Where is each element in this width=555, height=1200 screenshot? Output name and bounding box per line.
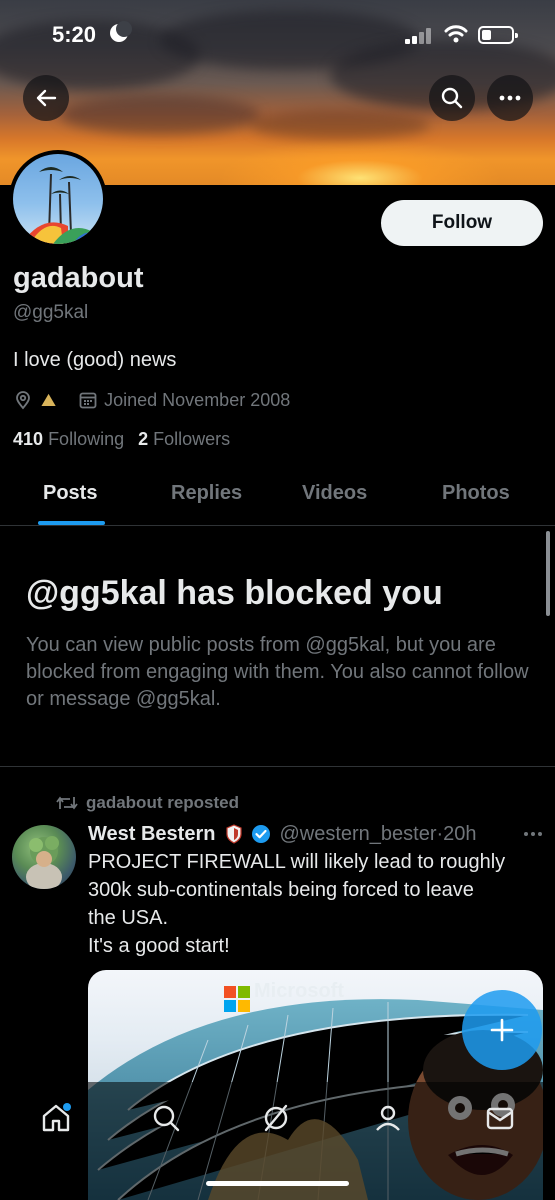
grok-icon xyxy=(264,1104,288,1132)
post-time: ·20h xyxy=(436,822,477,845)
moon-icon xyxy=(110,21,132,42)
scrollbar[interactable] xyxy=(546,531,550,616)
post-author-handle[interactable]: @western_bester xyxy=(279,823,436,846)
repost-indicator: gadabout reposted xyxy=(56,793,239,813)
media-logo-text: Microsoft xyxy=(254,980,344,1002)
compose-post-button[interactable] xyxy=(462,990,542,1070)
calendar-icon xyxy=(79,392,97,409)
following-link[interactable]: 410 Following xyxy=(13,429,124,450)
post-author-avatar[interactable] xyxy=(12,825,76,889)
tab-replies[interactable]: Replies xyxy=(171,482,242,505)
repost-icon xyxy=(56,796,78,810)
verified-badge-icon xyxy=(252,825,271,843)
home-icon xyxy=(42,1103,71,1132)
post-text-line: the USA. xyxy=(88,907,169,929)
tab-photos[interactable]: Photos xyxy=(442,482,510,505)
nav-home[interactable] xyxy=(38,1100,74,1136)
search-button[interactable] xyxy=(429,75,475,121)
search-icon xyxy=(153,1105,180,1132)
profile-bio: I love (good) news xyxy=(13,349,177,371)
messages-icon xyxy=(486,1107,514,1130)
divider xyxy=(0,766,555,767)
communities-icon xyxy=(376,1105,400,1131)
search-icon xyxy=(441,87,463,109)
home-indicator[interactable] xyxy=(206,1181,349,1186)
follow-counts: 410 Following 2 Followers xyxy=(13,429,230,450)
status-bar: 5:20 xyxy=(0,0,555,70)
repost-label[interactable]: gadabout reposted xyxy=(86,793,239,813)
follow-button[interactable]: Follow xyxy=(381,200,543,246)
post-text-line: PROJECT FIREWALL will likely lead to rou… xyxy=(88,851,506,873)
profile-avatar[interactable] xyxy=(9,150,107,248)
profile-tabs: Posts Replies Videos Photos xyxy=(0,466,555,526)
tab-posts[interactable]: Posts xyxy=(43,482,97,505)
post-text: PROJECT FIREWALL will likely lead to rou… xyxy=(88,848,543,960)
palm-trees-picture xyxy=(23,167,101,244)
location-pin-icon xyxy=(16,391,30,410)
followers-link[interactable]: 2 Followers xyxy=(138,429,230,450)
active-tab-indicator xyxy=(38,521,105,525)
shield-badge-icon xyxy=(226,824,243,844)
post-header: West Bestern @western_bester ·20h xyxy=(88,820,543,848)
clock: 5:20 xyxy=(52,22,97,47)
blocked-message: You can view public posts from @gg5kal, … xyxy=(26,634,529,710)
post-text-line: 300k sub-continentals being forced to le… xyxy=(88,879,474,901)
arrow-left-icon xyxy=(36,89,57,107)
blocked-title: @gg5kal has blocked you xyxy=(26,574,443,612)
more-options-button[interactable] xyxy=(487,75,533,121)
back-button[interactable] xyxy=(23,75,69,121)
joined-date: Joined November 2008 xyxy=(104,389,291,410)
location-emoji: ⛰ xyxy=(41,389,57,410)
author-avatar-picture xyxy=(26,836,62,889)
display-name: gadabout xyxy=(13,262,144,294)
more-dots-icon xyxy=(499,95,521,101)
post-more-icon[interactable] xyxy=(523,831,543,837)
tab-videos[interactable]: Videos xyxy=(302,482,367,505)
battery-icon xyxy=(478,26,518,44)
cellular-signal-icon xyxy=(405,28,433,44)
profile-handle: @gg5kal xyxy=(13,302,89,323)
nav-search[interactable] xyxy=(148,1100,184,1136)
nav-messages[interactable] xyxy=(482,1100,518,1136)
nav-communities[interactable] xyxy=(370,1100,406,1136)
post-text-line: It's a good start! xyxy=(88,935,230,957)
plus-icon xyxy=(490,1018,514,1042)
post-author-name[interactable]: West Bestern xyxy=(88,823,215,846)
wifi-icon xyxy=(444,24,468,44)
nav-grok[interactable] xyxy=(258,1100,294,1136)
profile-meta: ⛰ Joined November 2008 xyxy=(13,388,290,412)
